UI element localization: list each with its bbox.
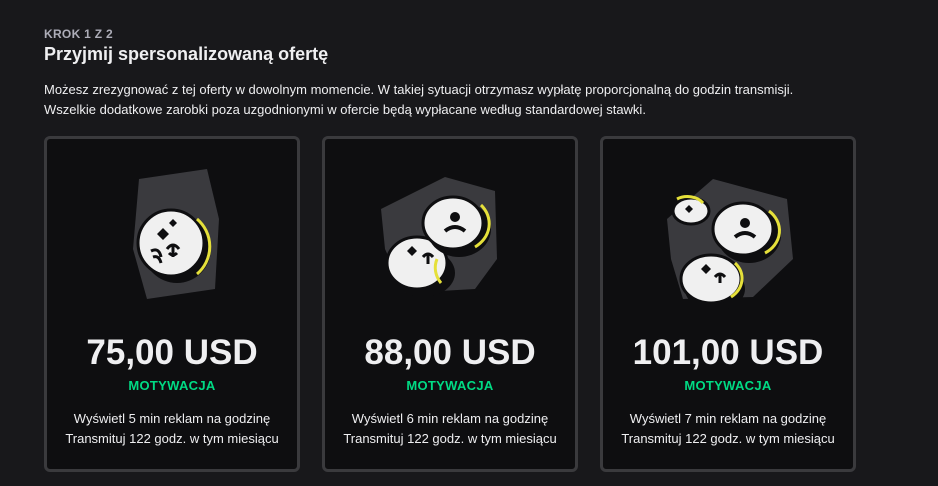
offer-ads-requirement: Wyświetl 6 min reklam na godzinę bbox=[351, 411, 549, 426]
offer-label: MOTYWACJA bbox=[128, 378, 216, 393]
description-line-1: Możesz zrezygnować z tej oferty w dowoln… bbox=[44, 82, 794, 97]
two-coins-icon bbox=[381, 177, 497, 297]
offer-hours-requirement: Transmituj 122 godz. w tym miesiącu bbox=[621, 431, 835, 446]
offer-amount: 101,00 USD bbox=[632, 333, 824, 372]
offer-amount: 75,00 USD bbox=[86, 333, 258, 372]
offer-label: MOTYWACJA bbox=[406, 378, 494, 393]
offer-card-3[interactable]: 101,00 USD MOTYWACJA Wyświetl 7 min rekl… bbox=[600, 136, 856, 472]
offer-hours-requirement: Transmituj 122 godz. w tym miesiącu bbox=[65, 431, 279, 446]
offer-ads-requirement: Wyświetl 5 min reklam na godzinę bbox=[73, 411, 271, 426]
offer-card-2[interactable]: 88,00 USD MOTYWACJA Wyświetl 6 min rekla… bbox=[322, 136, 578, 472]
offer-step-page: KROK 1 Z 2 Przyjmij spersonalizowaną ofe… bbox=[0, 0, 938, 486]
offer-ads-requirement: Wyświetl 7 min reklam na godzinę bbox=[629, 411, 827, 426]
offer-label: MOTYWACJA bbox=[684, 378, 772, 393]
page-title: Przyjmij spersonalizowaną ofertę bbox=[44, 44, 329, 64]
single-coin-icon bbox=[133, 169, 219, 299]
offer-card-1[interactable]: 75,00 USD MOTYWACJA Wyświetl 5 min rekla… bbox=[44, 136, 300, 472]
offer-amount: 88,00 USD bbox=[364, 333, 536, 372]
description-line-2: Wszelkie dodatkowe zarobki poza uzgodnio… bbox=[44, 102, 646, 117]
offer-hours-requirement: Transmituj 122 godz. w tym miesiącu bbox=[343, 431, 557, 446]
step-indicator: KROK 1 Z 2 bbox=[44, 27, 114, 41]
page-description: Możesz zrezygnować z tej oferty w dowoln… bbox=[44, 80, 904, 120]
coin-pile-icon bbox=[667, 179, 793, 311]
